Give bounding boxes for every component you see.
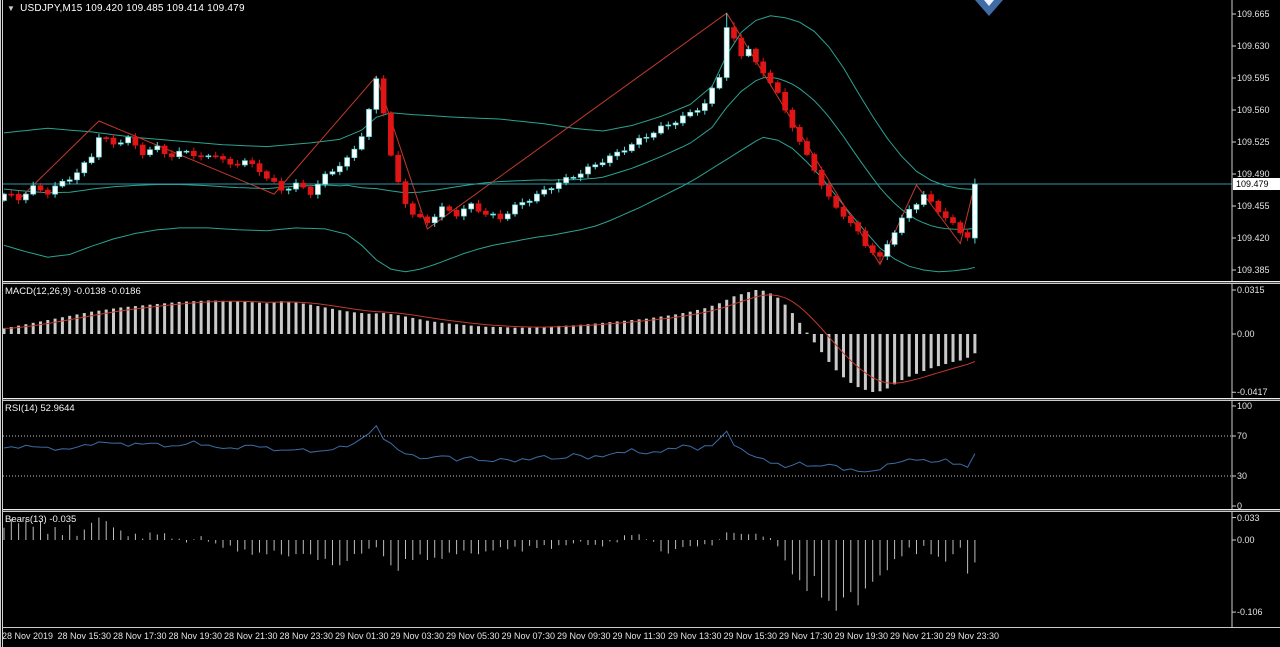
chart-title: ▼ USDJPY,M15 109.420 109.485 109.414 109.… <box>7 3 245 14</box>
macd-value: -0.0138 <box>74 286 106 297</box>
bears-label: Bears(13) -0.035 <box>5 514 76 525</box>
time-tick-label: 29 Nov 01:30 <box>335 631 389 641</box>
time-tick-label: 29 Nov 09:30 <box>557 631 611 641</box>
time-axis[interactable]: 28 Nov 201928 Nov 15:3028 Nov 17:3028 No… <box>0 628 1280 647</box>
rsi-panel-area[interactable] <box>0 401 1232 509</box>
time-tick-label: 29 Nov 07:30 <box>502 631 556 641</box>
time-tick-label: 29 Nov 13:30 <box>668 631 722 641</box>
ohlc-open: 109.420 <box>86 3 124 14</box>
price-tick-label: 109.560 <box>1237 105 1270 115</box>
macd-tick-label: 0.0315 <box>1237 285 1265 295</box>
price-axis[interactable]: 109.665 109.630 109.595 109.560 109.525 109.4… <box>1233 0 1280 647</box>
bears-tick-label: -0.106 <box>1237 607 1263 617</box>
rsi-tick-label: 100 <box>1237 401 1252 411</box>
macd-tick-label: -0.0417 <box>1237 387 1268 397</box>
ohlc-high: 109.485 <box>126 3 164 14</box>
symbol-dropdown-icon[interactable]: ▼ <box>7 4 15 13</box>
price-tick-label: 109.420 <box>1237 233 1270 243</box>
time-tick-label: 29 Nov 19:30 <box>835 631 889 641</box>
time-tick-label: 29 Nov 23:30 <box>946 631 1000 641</box>
rsi-value: 52.9644 <box>40 403 74 414</box>
rsi-tick-label: 30 <box>1237 471 1247 481</box>
time-tick-label: 29 Nov 03:30 <box>391 631 445 641</box>
price-tick-label: 109.455 <box>1237 201 1270 211</box>
time-tick-label: 28 Nov 15:30 <box>58 631 112 641</box>
macd-label: MACD(12,26,9) -0.0138 -0.0186 <box>5 286 141 297</box>
time-tick-label: 29 Nov 21:30 <box>890 631 944 641</box>
time-tick-label: 28 Nov 2019 <box>2 631 53 641</box>
time-tick-label: 29 Nov 15:30 <box>724 631 778 641</box>
macd-signal-value: -0.0186 <box>109 286 141 297</box>
bears-panel-area[interactable] <box>0 512 1232 627</box>
main-chart-area[interactable] <box>0 0 1232 281</box>
rsi-tick-label: 70 <box>1237 431 1247 441</box>
window-left-border <box>0 0 3 647</box>
panel-separator-bears[interactable] <box>0 509 1280 512</box>
price-tick-label: 109.595 <box>1237 73 1270 83</box>
ohlc-close: 109.479 <box>207 3 245 14</box>
price-tick-label: 109.665 <box>1237 9 1270 19</box>
time-tick-label: 29 Nov 11:30 <box>613 631 666 641</box>
price-tick-label: 109.630 <box>1237 41 1270 51</box>
time-tick-label: 28 Nov 21:30 <box>224 631 278 641</box>
ohlc-low: 109.414 <box>167 3 205 14</box>
price-tick-label: 109.525 <box>1237 137 1270 147</box>
rsi-tick-label: 0 <box>1237 501 1242 511</box>
symbol-label: USDJPY,M15 <box>20 3 82 14</box>
rsi-label: RSI(14) 52.9644 <box>5 403 75 414</box>
time-tick-label: 28 Nov 23:30 <box>280 631 334 641</box>
price-tick-label: 109.385 <box>1237 265 1270 275</box>
panel-separator-macd[interactable] <box>0 281 1280 284</box>
panel-separator-rsi[interactable] <box>0 398 1280 401</box>
time-tick-label: 29 Nov 05:30 <box>446 631 500 641</box>
mt4-chart-window: ▼ USDJPY,M15 109.420 109.485 109.414 109.… <box>0 0 1280 647</box>
macd-tick-label: 0.00 <box>1237 329 1255 339</box>
time-tick-label: 28 Nov 19:30 <box>169 631 223 641</box>
bears-tick-label: 0.00 <box>1237 535 1255 545</box>
bears-tick-label: 0.033 <box>1237 513 1260 523</box>
current-price-tag: 109.479 <box>1233 178 1280 190</box>
bears-value: -0.035 <box>49 514 76 525</box>
time-tick-label: 28 Nov 17:30 <box>113 631 167 641</box>
time-tick-label: 29 Nov 17:30 <box>779 631 833 641</box>
macd-panel-area[interactable] <box>0 284 1232 398</box>
